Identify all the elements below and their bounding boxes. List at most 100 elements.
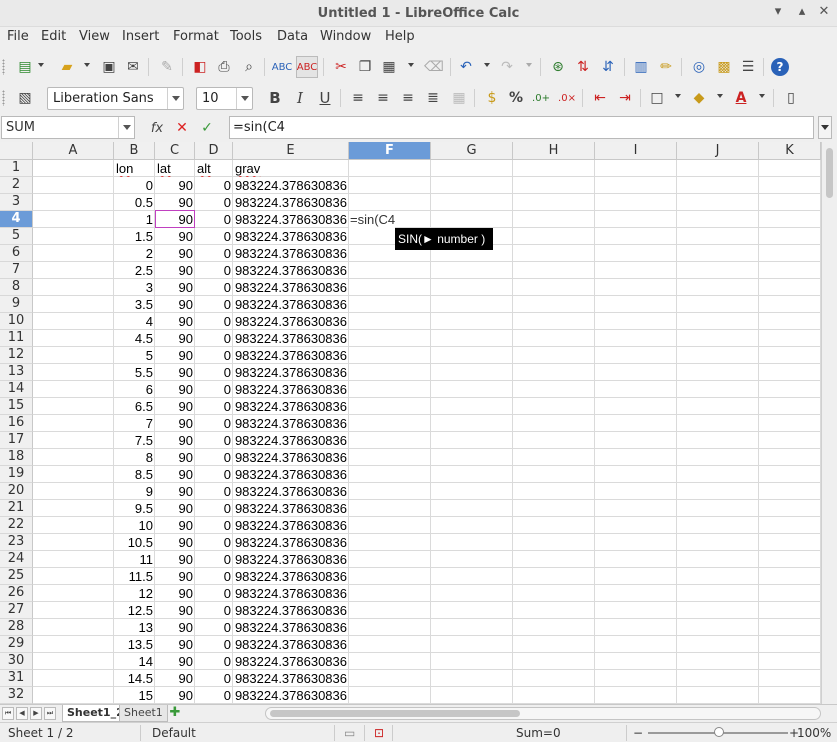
cell-alt[interactable]: 0: [195, 398, 233, 415]
row-header[interactable]: 1: [0, 160, 33, 177]
gallery-icon[interactable]: ▩: [713, 56, 735, 78]
cell-grav[interactable]: 983224.378630836: [233, 449, 349, 466]
formula-input[interactable]: =sin(C4: [229, 116, 814, 139]
cell-alt[interactable]: 0: [195, 449, 233, 466]
cell-lat[interactable]: 90: [155, 568, 195, 585]
cell-alt[interactable]: 0: [195, 687, 233, 704]
cell-grav[interactable]: 983224.378630836: [233, 313, 349, 330]
cell-grav[interactable]: 983224.378630836: [233, 466, 349, 483]
font-size-box[interactable]: 10: [196, 87, 253, 110]
row-header[interactable]: 16: [0, 415, 33, 432]
cell-alt[interactable]: 0: [195, 636, 233, 653]
column-header[interactable]: A: [33, 142, 114, 160]
cell-grav[interactable]: 983224.378630836: [233, 636, 349, 653]
cell-alt[interactable]: 0: [195, 432, 233, 449]
open-dropdown-icon[interactable]: [84, 63, 90, 67]
export-pdf-icon[interactable]: ◧: [189, 56, 211, 78]
column-header[interactable]: D: [195, 142, 233, 160]
cell-grav[interactable]: 983224.378630836: [233, 194, 349, 211]
cell-lon[interactable]: 8.5: [114, 466, 155, 483]
cell-grav[interactable]: 983224.378630836: [233, 585, 349, 602]
cell-alt[interactable]: 0: [195, 194, 233, 211]
chevron-down-icon[interactable]: [167, 88, 183, 109]
scroll-thumb[interactable]: [270, 710, 520, 717]
row-header[interactable]: 24: [0, 551, 33, 568]
cell-alt[interactable]: 0: [195, 653, 233, 670]
percent-icon[interactable]: %: [505, 87, 527, 109]
cancel-icon[interactable]: ✕: [171, 117, 193, 139]
scroll-thumb[interactable]: [826, 148, 833, 198]
cell-alt[interactable]: 0: [195, 381, 233, 398]
row-header[interactable]: 19: [0, 466, 33, 483]
cell-grav[interactable]: 983224.378630836: [233, 330, 349, 347]
row-header[interactable]: 23: [0, 534, 33, 551]
delete-decimal-icon[interactable]: .0×: [556, 87, 578, 109]
cell-alt[interactable]: 0: [195, 364, 233, 381]
cell-lon[interactable]: 11: [114, 551, 155, 568]
page-style[interactable]: Default: [152, 726, 196, 740]
cell-lon[interactable]: 8: [114, 449, 155, 466]
cell-lon[interactable]: 10.5: [114, 534, 155, 551]
cell-lat[interactable]: 90: [155, 483, 195, 500]
cell-grav[interactable]: 983224.378630836: [233, 517, 349, 534]
row-header[interactable]: 21: [0, 500, 33, 517]
cell-grav[interactable]: 983224.378630836: [233, 398, 349, 415]
row-header[interactable]: 17: [0, 432, 33, 449]
cell-alt[interactable]: 0: [195, 551, 233, 568]
chart-icon[interactable]: ▥: [630, 56, 652, 78]
row-header[interactable]: 10: [0, 313, 33, 330]
row-header[interactable]: 29: [0, 636, 33, 653]
row-header[interactable]: 20: [0, 483, 33, 500]
cell-lat[interactable]: 90: [155, 177, 195, 194]
cell-alt[interactable]: 0: [195, 228, 233, 245]
cell-alt[interactable]: 0: [195, 347, 233, 364]
cell-grav[interactable]: 983224.378630836: [233, 551, 349, 568]
cell-grav[interactable]: 983224.378630836: [233, 415, 349, 432]
save-icon[interactable]: ▣: [98, 56, 120, 78]
cell-lat[interactable]: 90: [155, 432, 195, 449]
draw-functions-icon[interactable]: ✏: [655, 56, 677, 78]
cell-lon[interactable]: 1: [114, 211, 155, 228]
cell-lon[interactable]: 12: [114, 585, 155, 602]
add-sheet-icon[interactable]: ✚: [166, 706, 184, 721]
cell-lat[interactable]: 90: [155, 347, 195, 364]
cell-grav[interactable]: 983224.378630836: [233, 670, 349, 687]
horizontal-scrollbar[interactable]: [265, 707, 821, 720]
cell-lat[interactable]: 90: [155, 381, 195, 398]
close-icon[interactable]: ✕: [816, 4, 832, 20]
row-header[interactable]: 18: [0, 449, 33, 466]
cell-lon[interactable]: 7: [114, 415, 155, 432]
add-decimal-icon[interactable]: .0+: [530, 87, 552, 109]
background-color-dropdown-icon[interactable]: [717, 94, 723, 98]
cell-header-grav[interactable]: grav: [233, 160, 349, 177]
expand-formula-icon[interactable]: [818, 116, 832, 139]
zoom-out-icon[interactable]: −: [633, 726, 643, 740]
cell-lat[interactable]: 90: [155, 619, 195, 636]
cell-alt[interactable]: 0: [195, 313, 233, 330]
next-sheet-icon[interactable]: ▶: [30, 707, 42, 720]
cell-lon[interactable]: 15: [114, 687, 155, 704]
cell-lon[interactable]: 1.5: [114, 228, 155, 245]
cell-alt[interactable]: 0: [195, 296, 233, 313]
undo-icon[interactable]: ↶: [455, 56, 477, 78]
cell-header-alt[interactable]: alt: [195, 160, 233, 177]
cell-lat[interactable]: 90: [155, 585, 195, 602]
accept-icon[interactable]: ✓: [196, 117, 218, 139]
menu-edit[interactable]: Edit: [41, 29, 66, 44]
row-header[interactable]: 26: [0, 585, 33, 602]
font-name-box[interactable]: Liberation Sans: [47, 87, 184, 110]
cell-lon[interactable]: 3.5: [114, 296, 155, 313]
cell-grav[interactable]: 983224.378630836: [233, 262, 349, 279]
row-header[interactable]: 14: [0, 381, 33, 398]
cell-lat[interactable]: 90: [155, 398, 195, 415]
edit-mode-icon[interactable]: ✎: [156, 56, 178, 78]
cell-lat[interactable]: 90: [155, 653, 195, 670]
cell-grav[interactable]: 983224.378630836: [233, 211, 349, 228]
menu-view[interactable]: View: [79, 29, 110, 44]
cell-lat[interactable]: 90: [155, 194, 195, 211]
toolbar-grip[interactable]: [2, 59, 5, 75]
paste-icon[interactable]: ▦: [378, 56, 400, 78]
cell-alt[interactable]: 0: [195, 262, 233, 279]
row-header[interactable]: 5: [0, 228, 33, 245]
data-sources-icon[interactable]: ☰: [737, 56, 759, 78]
